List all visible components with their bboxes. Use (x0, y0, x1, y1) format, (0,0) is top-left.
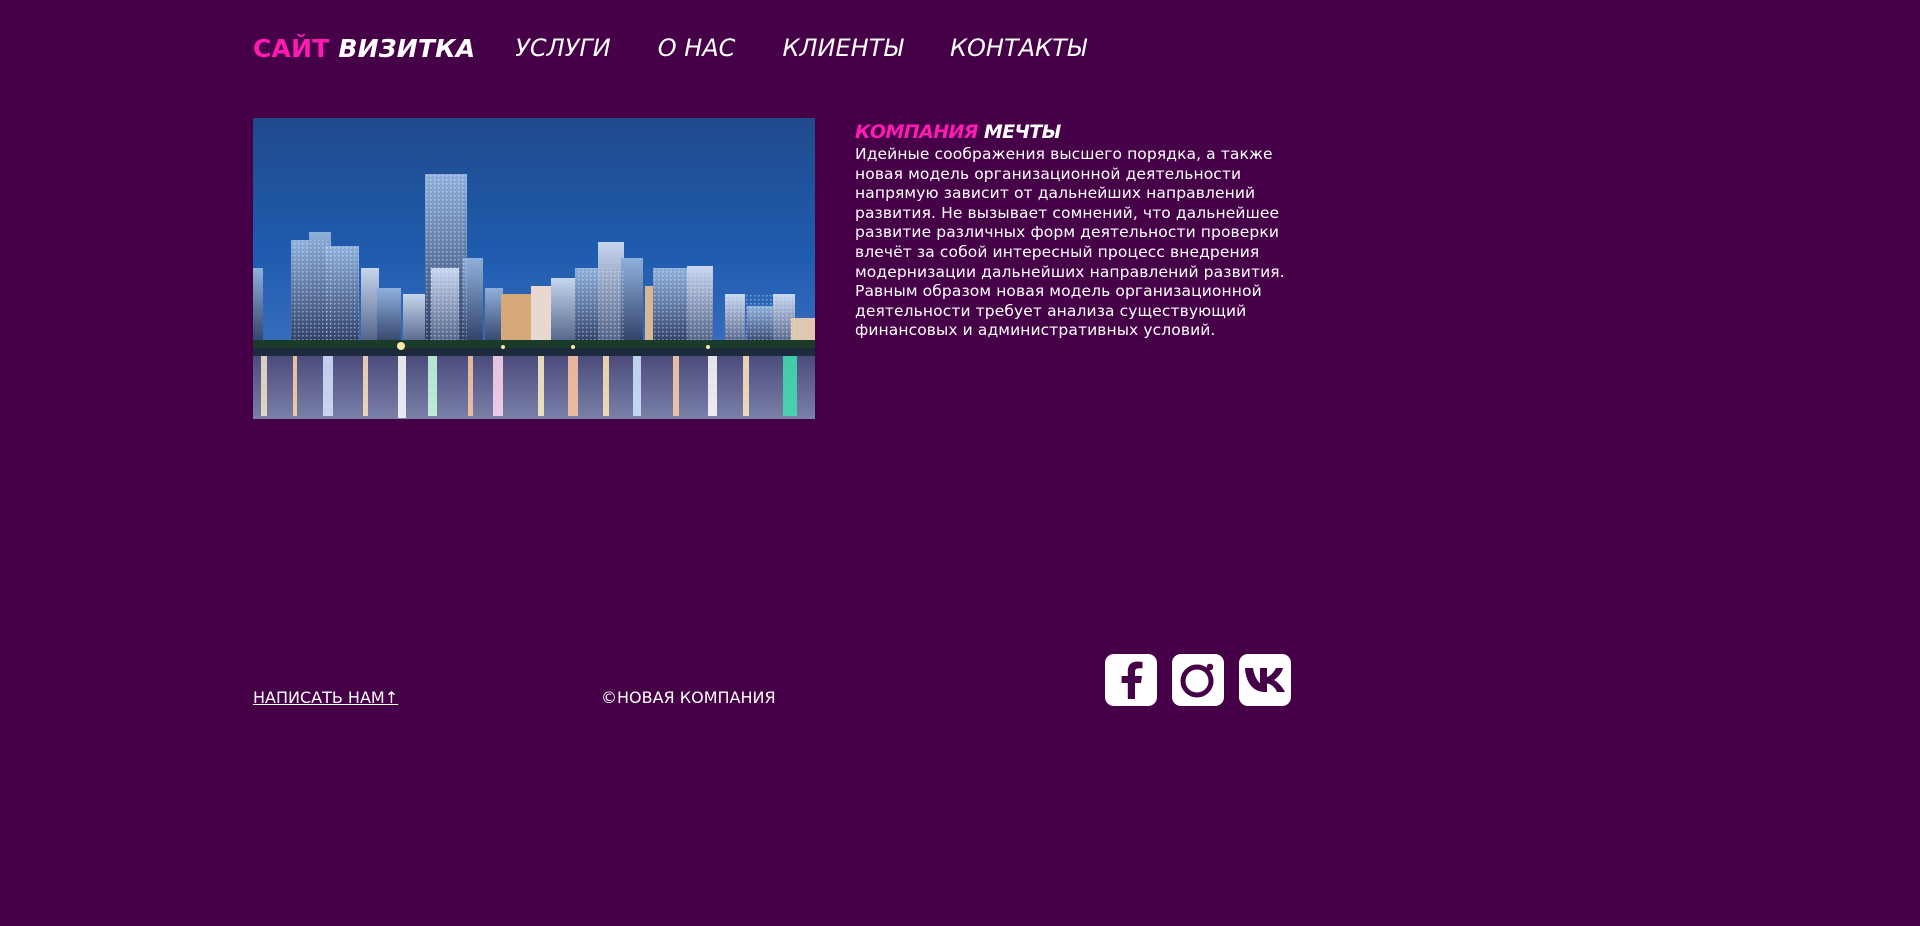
hero-image (253, 118, 815, 419)
nav-item-services[interactable]: УСЛУГИ (515, 34, 610, 62)
site-logo[interactable]: САЙТ ВИЗИТКА (253, 34, 475, 63)
about-title-accent: КОМПАНИЯ (855, 121, 978, 143)
logo-accent: САЙТ (253, 33, 330, 63)
header: САЙТ ВИЗИТКА УСЛУГИ О НАС КЛИЕНТЫ КОНТАК… (253, 28, 1086, 68)
logo-main: ВИЗИТКА (338, 33, 476, 63)
nav-item-contacts[interactable]: КОНТАКТЫ (950, 34, 1086, 62)
about-text: Идейные соображения высшего порядка, а т… (855, 145, 1285, 340)
main-nav: УСЛУГИ О НАС КЛИЕНТЫ КОНТАКТЫ (515, 34, 1086, 62)
city-skyline-image (253, 118, 815, 419)
nav-item-about[interactable]: О НАС (658, 34, 736, 62)
write-us-link[interactable]: НАПИСАТЬ НАМ↑ (253, 688, 398, 707)
about-title-main: МЕЧТЫ (983, 121, 1061, 143)
nav-item-clients[interactable]: КЛИЕНТЫ (782, 34, 903, 62)
vk-button[interactable] (1239, 654, 1291, 706)
facebook-icon (1121, 661, 1143, 699)
copyright: ©НОВАЯ КОМПАНИЯ (601, 688, 776, 707)
about-section: КОМПАНИЯ МЕЧТЫ Идейные соображения высше… (855, 119, 1305, 341)
instagram-button[interactable] (1172, 654, 1224, 706)
instagram-icon (1180, 663, 1214, 698)
social-links (1105, 654, 1291, 706)
about-title: КОМПАНИЯ МЕЧТЫ (855, 119, 1305, 145)
facebook-button[interactable] (1105, 654, 1157, 706)
page: САЙТ ВИЗИТКА УСЛУГИ О НАС КЛИЕНТЫ КОНТАК… (0, 0, 1568, 756)
vk-icon (1245, 668, 1285, 692)
